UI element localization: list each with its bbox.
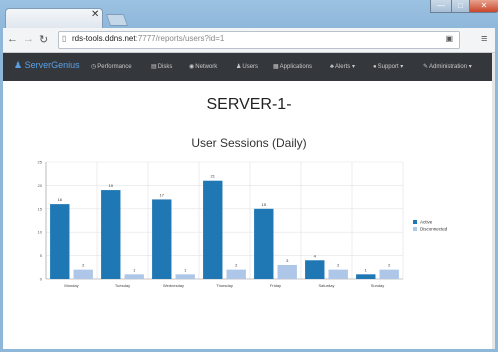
x-tick-label: Saturday bbox=[318, 283, 334, 288]
forward-arrow-icon[interactable]: → bbox=[23, 33, 34, 45]
x-tick-label: Tuesday bbox=[115, 283, 130, 288]
translate-icon[interactable]: ▣ bbox=[445, 34, 453, 43]
bar-value-label: 2 bbox=[235, 263, 238, 268]
bar-active-saturday bbox=[305, 260, 325, 279]
bar-disconnected-wednesday bbox=[175, 274, 195, 279]
browser-toolbar: ← → ↻ ▯ rds-tools.ddns.net:7777/reports/… bbox=[3, 28, 495, 53]
x-tick-label: Thursday bbox=[216, 283, 233, 288]
bar-active-tuesday bbox=[101, 190, 121, 279]
page-icon: ▯ bbox=[62, 34, 67, 43]
bar-active-monday bbox=[50, 204, 70, 279]
bar-value-label: 2 bbox=[388, 263, 391, 268]
legend-label-disconnected: Disconnected bbox=[420, 227, 448, 232]
address-bar[interactable]: ▯ rds-tools.ddns.net:7777/reports/users?… bbox=[58, 31, 460, 49]
bar-active-friday bbox=[254, 208, 274, 279]
url-host: rds-tools.ddns.net bbox=[72, 34, 136, 43]
legend-swatch-disconnected bbox=[413, 227, 417, 231]
back-arrow-icon[interactable]: ← bbox=[7, 33, 18, 45]
y-tick-label: 10 bbox=[38, 230, 43, 235]
bar-disconnected-sunday bbox=[379, 269, 399, 279]
url-path: :7777/reports/users?id=1 bbox=[135, 34, 225, 43]
y-tick-label: 20 bbox=[38, 183, 43, 188]
bar-active-thursday bbox=[203, 180, 223, 279]
bar-value-label: 1 bbox=[133, 267, 136, 272]
bar-value-label: 2 bbox=[337, 263, 340, 268]
y-tick-label: 5 bbox=[40, 253, 43, 258]
y-tick-label: 15 bbox=[38, 206, 43, 211]
bar-value-label: 3 bbox=[286, 258, 289, 263]
new-tab-button[interactable] bbox=[105, 14, 129, 26]
x-tick-label: Wednesday bbox=[163, 283, 184, 288]
bar-value-label: 19 bbox=[109, 183, 114, 188]
x-tick-label: Monday bbox=[64, 283, 78, 288]
bar-active-sunday bbox=[356, 274, 376, 279]
y-tick-label: 25 bbox=[38, 160, 43, 165]
window-minimize-button[interactable]: — bbox=[430, 0, 452, 13]
x-tick-label: Friday bbox=[270, 283, 281, 288]
page-scrollbar[interactable] bbox=[492, 53, 495, 349]
bar-value-label: 1 bbox=[365, 267, 368, 272]
x-tick-label: Sunday bbox=[371, 283, 385, 288]
bar-value-label: 2 bbox=[82, 263, 85, 268]
browser-menu-icon[interactable]: ≡ bbox=[481, 33, 487, 45]
bar-value-label: 17 bbox=[160, 192, 165, 197]
legend-label-active: Active bbox=[420, 220, 433, 225]
window-close-button[interactable]: ✕ bbox=[469, 0, 498, 13]
bar-disconnected-tuesday bbox=[124, 274, 144, 279]
tab-close-icon[interactable]: ✕ bbox=[91, 9, 99, 20]
sessions-chart: 0 5 10 15 20 25 16 2 Monday 19 1 Tuesday 17 1 Wednesda… bbox=[38, 160, 448, 289]
bar-disconnected-thursday bbox=[226, 269, 246, 279]
bar-disconnected-monday bbox=[73, 269, 93, 279]
legend-swatch-active bbox=[413, 220, 417, 224]
bar-value-label: 16 bbox=[58, 197, 63, 202]
bar-value-label: 21 bbox=[211, 174, 216, 179]
web-page: ♟ ServerGenius ◷Performance ▤Disks ◉Netw… bbox=[3, 53, 495, 349]
window-maximize-button[interactable]: □ bbox=[451, 0, 470, 13]
y-tick-label: 0 bbox=[40, 277, 43, 282]
reload-icon[interactable]: ↻ bbox=[39, 33, 48, 46]
bar-disconnected-friday bbox=[277, 264, 297, 279]
bar-active-wednesday bbox=[152, 199, 172, 279]
browser-tab[interactable] bbox=[5, 8, 103, 29]
bar-value-label: 15 bbox=[262, 202, 267, 207]
bar-value-label: 1 bbox=[184, 267, 187, 272]
bar-disconnected-saturday bbox=[328, 269, 348, 279]
